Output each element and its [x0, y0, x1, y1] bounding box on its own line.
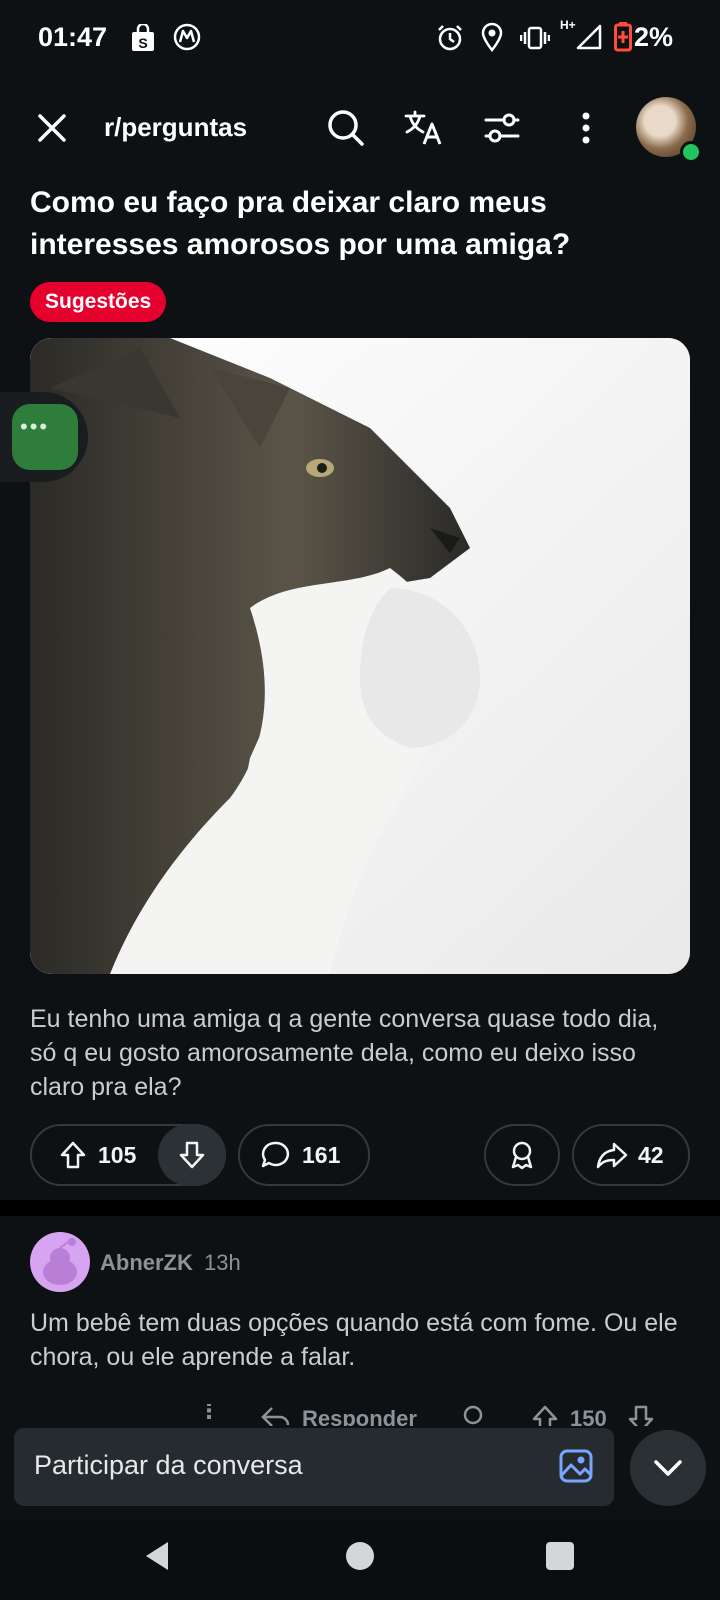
battery-icon: [614, 22, 632, 52]
back-icon[interactable]: [142, 1538, 172, 1574]
award-icon[interactable]: [458, 1404, 488, 1426]
status-bar: 01:47 S H+ 2%: [0, 0, 720, 80]
composer-placeholder[interactable]: Participar da conversa: [34, 1450, 303, 1481]
status-time: 01:47: [38, 22, 108, 52]
online-indicator: [680, 141, 702, 163]
comment-author[interactable]: AbnerZK: [100, 1250, 193, 1276]
comment-icon: [261, 1141, 290, 1168]
battery-percent: 2%: [634, 22, 674, 52]
svg-text:S: S: [138, 35, 147, 51]
award-button[interactable]: [484, 1124, 560, 1186]
location-icon: [481, 22, 503, 52]
comment-avatar[interactable]: [30, 1232, 90, 1292]
comment-time: 13h: [204, 1250, 241, 1275]
downvote-icon[interactable]: [626, 1404, 656, 1426]
share-icon: [596, 1142, 628, 1169]
post-title[interactable]: Como eu faço pra deixar claro meus inter…: [30, 182, 680, 266]
floating-chat-bubble[interactable]: •••: [0, 392, 88, 482]
more-icon[interactable]: [566, 108, 606, 148]
post-image[interactable]: [30, 338, 690, 974]
image-icon[interactable]: [558, 1448, 594, 1484]
post-body: Eu tenho uma amiga q a gente conversa qu…: [30, 1005, 659, 1101]
vibrate-icon: [520, 26, 550, 50]
comment-text: Um bebê tem duas opções quando está com …: [30, 1309, 678, 1371]
close-icon[interactable]: [34, 110, 70, 146]
comment-actions: ⋮ Responder 150: [190, 1404, 690, 1426]
collapse-button[interactable]: [630, 1430, 706, 1506]
recents-icon[interactable]: [546, 1542, 574, 1570]
downvote-button[interactable]: [158, 1124, 226, 1186]
comment-more-icon[interactable]: ⋮: [198, 1404, 220, 1424]
share-button[interactable]: 42: [572, 1124, 690, 1186]
search-icon[interactable]: [326, 108, 366, 148]
network-type: H+: [560, 18, 576, 32]
vote-pill: 105: [30, 1124, 226, 1186]
chevron-down-icon: [654, 1460, 682, 1476]
flair-badge[interactable]: Sugestões: [30, 282, 167, 322]
upvote-count: 105: [98, 1141, 137, 1168]
comment-count: 161: [302, 1141, 341, 1168]
motorola-icon: [173, 23, 201, 51]
translate-icon[interactable]: [404, 108, 444, 148]
filter-icon[interactable]: [482, 108, 522, 148]
reply-icon[interactable]: [260, 1404, 290, 1426]
more-dots-icon: •••: [20, 414, 50, 439]
upvote-icon[interactable]: [48, 1140, 98, 1170]
downvote-icon: [179, 1141, 205, 1169]
section-divider: [0, 1200, 720, 1216]
award-icon: [511, 1141, 533, 1170]
comments-button[interactable]: 161: [238, 1124, 370, 1186]
share-count: 42: [638, 1141, 664, 1168]
subreddit-name[interactable]: r/perguntas: [104, 112, 247, 143]
comment-composer[interactable]: Participar da conversa: [14, 1428, 614, 1506]
home-icon[interactable]: [346, 1542, 374, 1570]
reply-label[interactable]: Responder: [302, 1406, 417, 1426]
comment-vote-count: 150: [570, 1406, 607, 1426]
shopping-bag-icon: S: [132, 24, 154, 51]
alarm-icon: [438, 25, 462, 51]
signal-icon: [576, 24, 602, 50]
upvote-icon[interactable]: [530, 1404, 560, 1426]
